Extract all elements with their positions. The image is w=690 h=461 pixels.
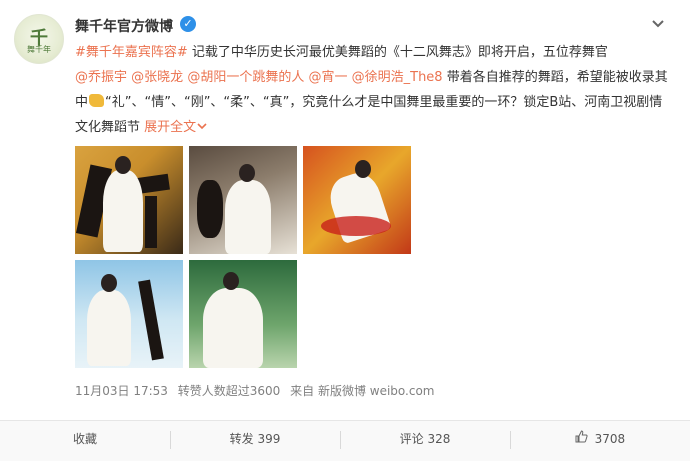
favorite-button[interactable]: 收藏 xyxy=(0,421,170,461)
action-bar: 收藏 转发 399 评论 328 3708 xyxy=(0,421,690,461)
post-image[interactable] xyxy=(189,146,297,254)
clap-emoji-icon xyxy=(89,94,105,107)
chevron-down-icon[interactable] xyxy=(650,18,666,32)
post-image[interactable] xyxy=(189,260,297,368)
author-name[interactable]: 舞千年官方微博 xyxy=(75,16,173,36)
favorite-label: 收藏 xyxy=(72,432,97,446)
repost-note: 转赞人数超过3600 xyxy=(177,384,281,398)
expand-label: 展开全文 xyxy=(144,120,197,135)
repost-label: 转发 399 xyxy=(229,432,281,446)
avatar[interactable]: 千 舞千年 xyxy=(14,14,64,64)
comment-label: 评论 328 xyxy=(399,432,451,446)
repost-button[interactable]: 转发 399 xyxy=(170,421,340,461)
mention-link[interactable]: @胡阳一个跳舞的人 xyxy=(187,70,304,85)
weibo-post-card: 千 舞千年 舞千年官方微博 ✓ #舞千年嘉宾阵容# 记载了中华历史长河最优美舞蹈… xyxy=(0,0,690,461)
post-time[interactable]: 11月03日 17:53 xyxy=(75,384,168,398)
chevron-down-icon xyxy=(197,123,207,130)
like-count: 3708 xyxy=(594,432,626,446)
mention-link[interactable]: @张晓龙 xyxy=(131,70,183,85)
post-text: #舞千年嘉宾阵容# 记载了中华历史长河最优美舞蹈的《十二风舞志》即将开启，五位荐… xyxy=(75,40,675,140)
post-image[interactable] xyxy=(303,146,411,254)
like-button[interactable]: 3708 xyxy=(510,421,690,461)
post-image[interactable] xyxy=(75,146,183,254)
avatar-logo-text: 舞千年 xyxy=(27,45,51,54)
topic-link[interactable]: #舞千年嘉宾阵容# xyxy=(75,45,188,60)
post-meta: 11月03日 17:53 转赞人数超过3600 来自 新版微博 weibo.co… xyxy=(75,382,441,399)
mention-link[interactable]: @宵一 xyxy=(308,70,347,85)
mention-link[interactable]: @徐明浩_The8 xyxy=(352,70,443,85)
verified-icon: ✓ xyxy=(180,16,196,32)
thumbs-up-icon xyxy=(575,422,588,458)
comment-button[interactable]: 评论 328 xyxy=(340,421,510,461)
expand-link[interactable]: 展开全文 xyxy=(144,120,208,135)
text-segment: 记载了中华历史长河最优美舞蹈的《十二风舞志》即将开启，五位荐舞官 xyxy=(187,45,608,60)
post-source: 来自 新版微博 weibo.com xyxy=(290,384,435,398)
mention-link[interactable]: @乔振宇 xyxy=(75,70,127,85)
post-image[interactable] xyxy=(75,260,183,368)
